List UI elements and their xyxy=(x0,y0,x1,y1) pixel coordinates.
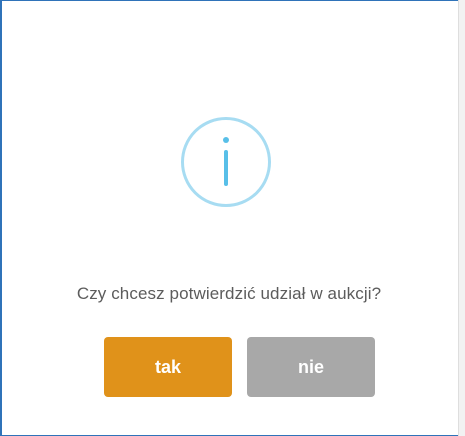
confirmation-question: Czy chcesz potwierdzić udział w aukcji? xyxy=(76,284,382,303)
cancel-button[interactable]: nie xyxy=(247,337,375,397)
info-icon xyxy=(181,117,271,207)
info-icon-stem xyxy=(224,150,228,186)
confirm-button[interactable]: tak xyxy=(104,337,232,397)
info-icon-dot xyxy=(223,137,229,143)
confirmation-dialog: Czy chcesz potwierdzić udział w aukcji? … xyxy=(2,1,456,435)
scrollbar-strip[interactable] xyxy=(458,0,465,436)
